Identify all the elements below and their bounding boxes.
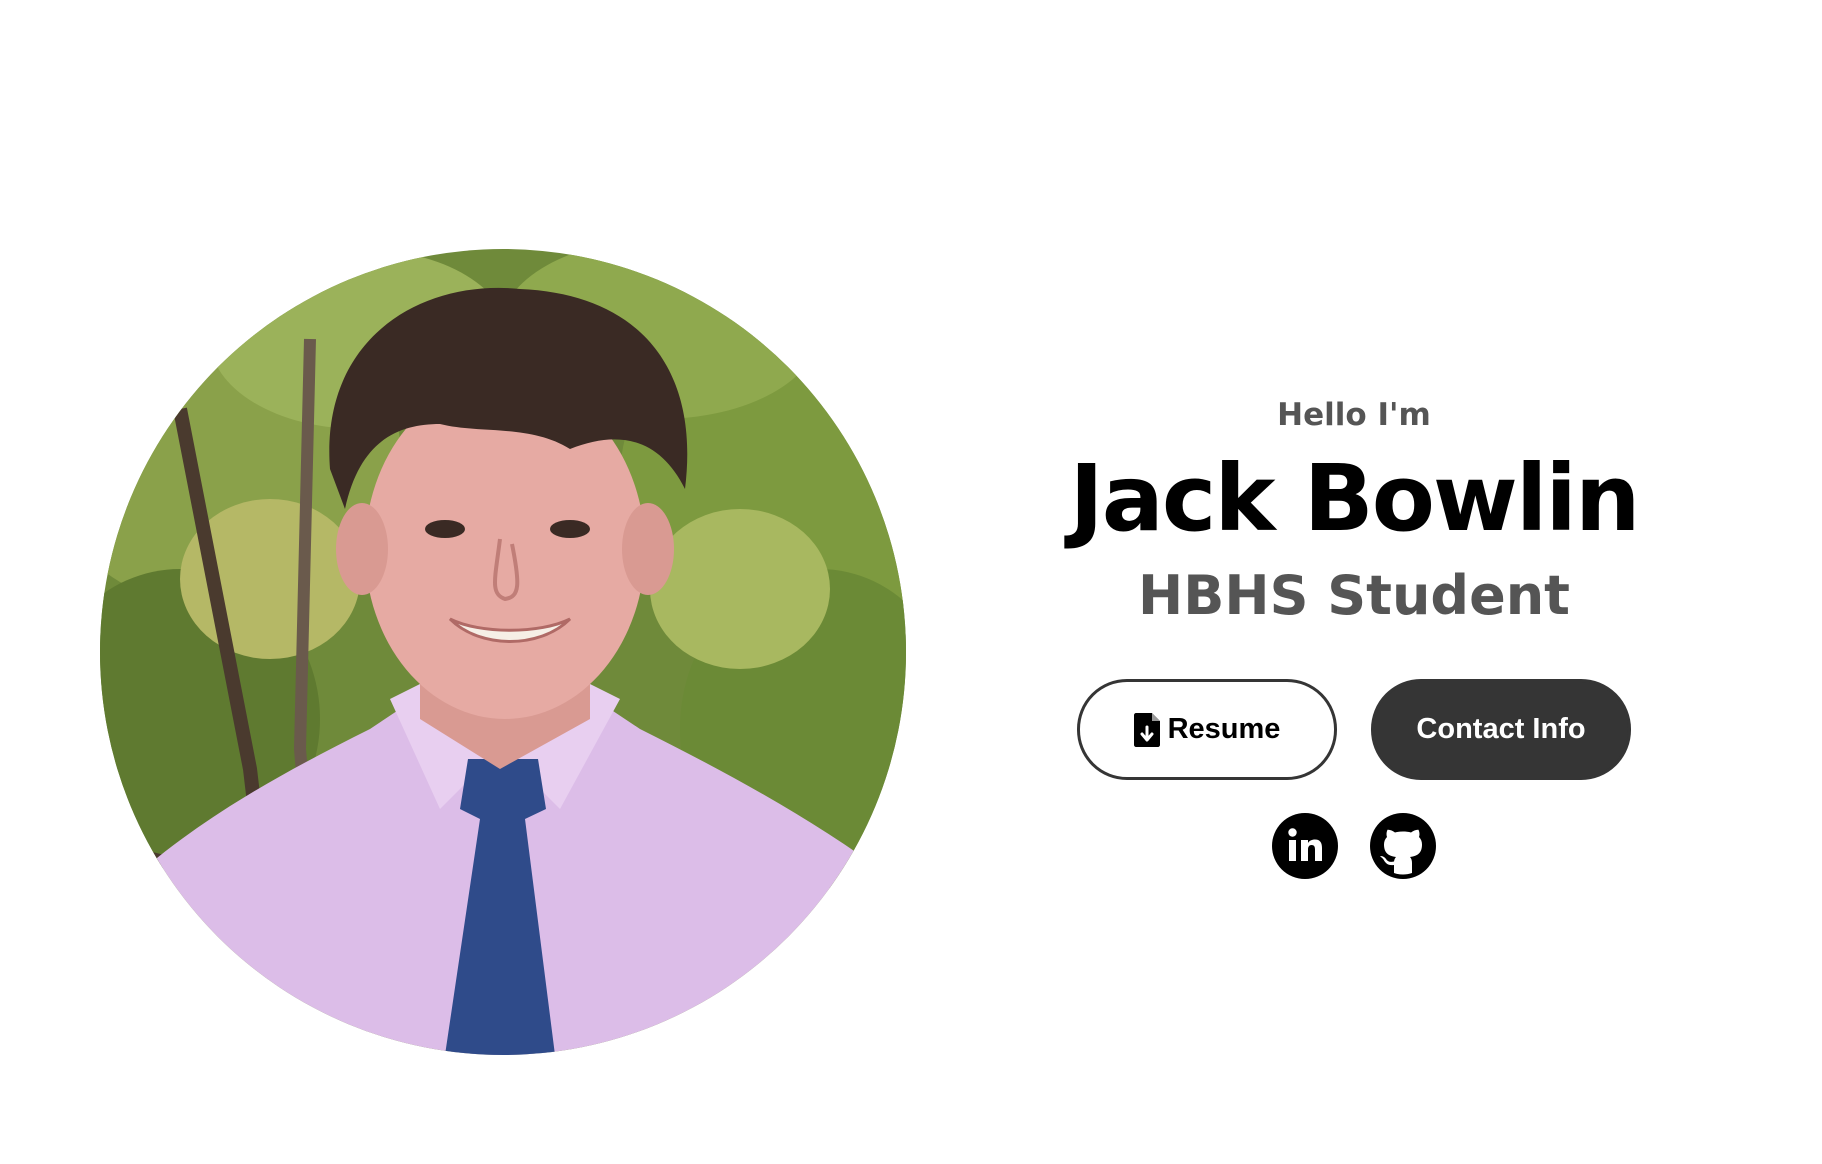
button-row: Resume Contact Info	[1030, 679, 1678, 780]
contact-info-button[interactable]: Contact Info	[1371, 679, 1631, 780]
greeting-text: Hello I'm	[1277, 397, 1431, 433]
file-download-icon	[1133, 712, 1160, 747]
resume-button-label: Resume	[1167, 713, 1281, 745]
name-heading: Jack Bowlin	[1069, 445, 1641, 552]
linkedin-icon[interactable]	[1272, 813, 1338, 879]
resume-button[interactable]: Resume	[1077, 679, 1337, 780]
profile-photo	[100, 249, 906, 1055]
github-icon[interactable]	[1370, 813, 1436, 879]
intro-section: Hello I'm Jack Bowlin HBHS Student Resum…	[1030, 380, 1678, 879]
contact-info-button-label: Contact Info	[1416, 713, 1586, 745]
social-links	[1030, 813, 1678, 879]
role-title: HBHS Student	[1138, 564, 1570, 627]
